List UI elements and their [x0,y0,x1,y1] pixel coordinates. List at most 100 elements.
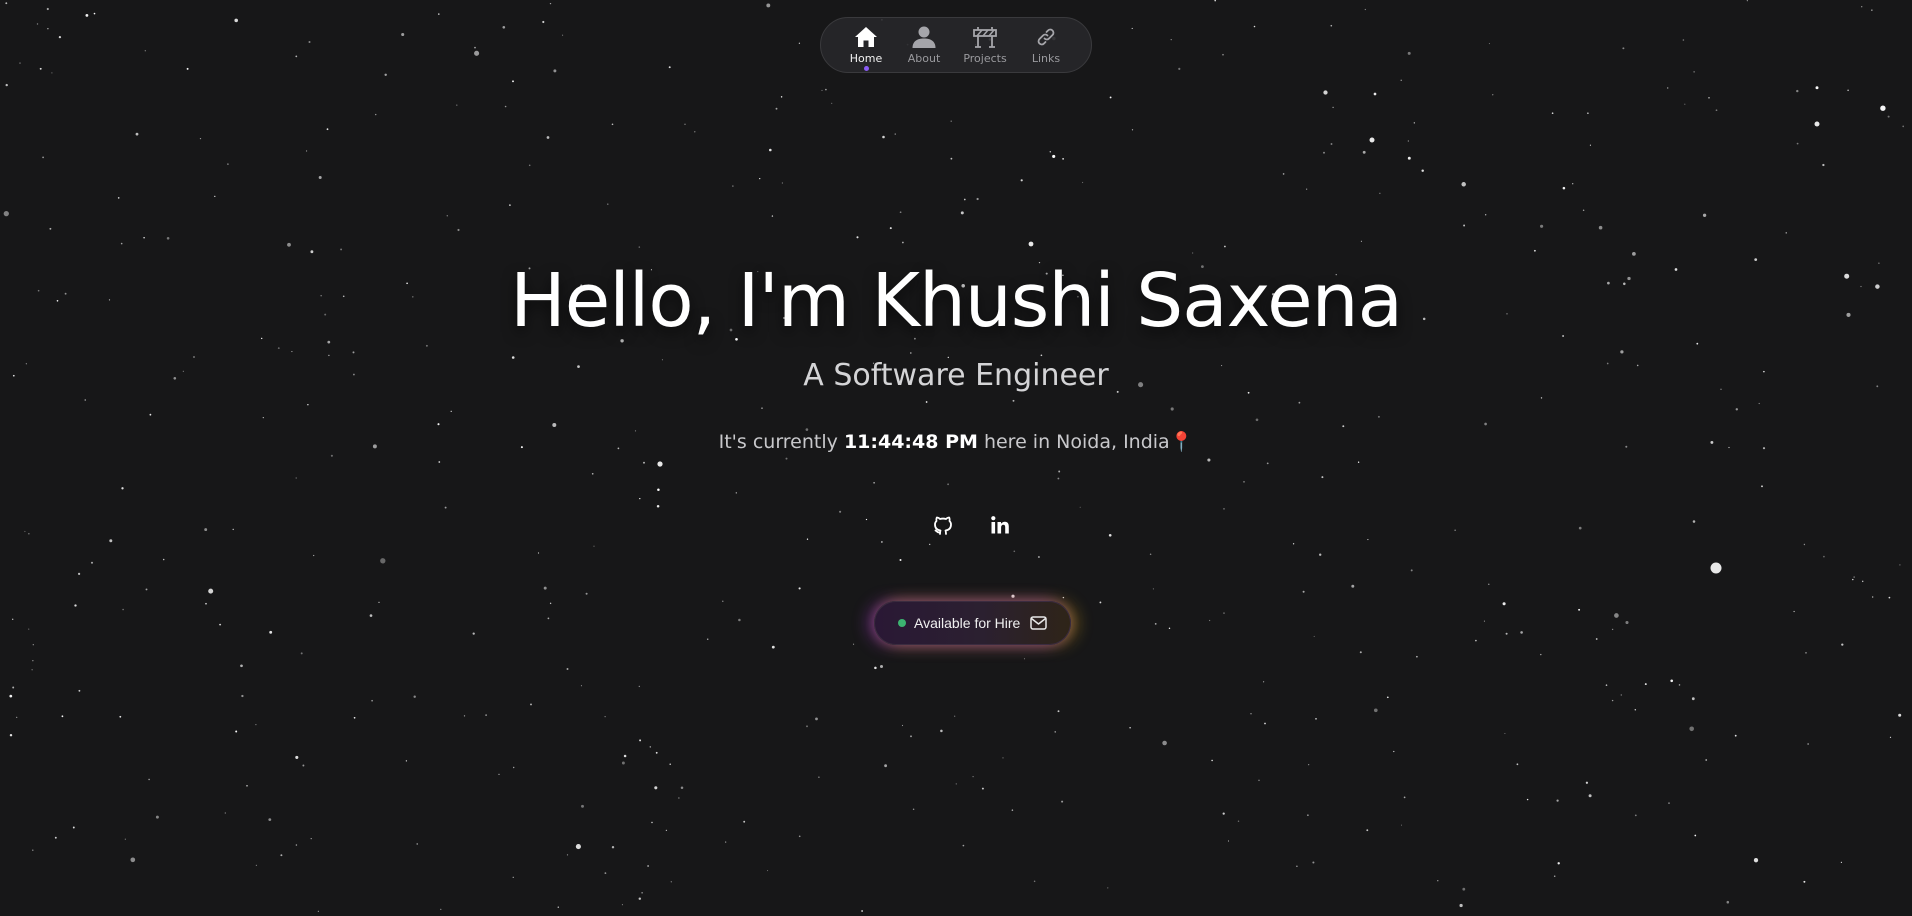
star [1814,121,1820,127]
star [743,820,746,823]
star [657,461,663,467]
star [1282,173,1285,175]
star [1061,800,1064,803]
star [771,215,774,217]
star [117,197,120,199]
star [1258,779,1260,782]
active-indicator-dot [863,66,869,71]
available-for-hire-button[interactable]: Available for Hire [874,601,1071,645]
star [1208,619,1211,622]
star [1588,794,1592,798]
star [120,242,123,245]
star [47,28,49,30]
star [49,227,52,230]
star [553,69,557,73]
star [255,864,258,867]
star [1461,182,1466,187]
nav-item-projects[interactable]: Projects [953,22,1017,68]
star [186,67,189,70]
star [375,113,377,116]
star [1330,24,1333,27]
star [780,96,783,98]
star [1572,183,1574,185]
star [1520,631,1523,634]
star [1367,539,1369,541]
star [955,783,957,785]
star [308,40,311,44]
star [1696,342,1699,345]
star [1306,188,1308,190]
star [1028,241,1034,247]
github-link[interactable] [930,512,956,538]
star [512,876,514,878]
star [546,136,550,139]
star [1062,596,1065,599]
star [1170,39,1172,41]
star [1734,734,1737,737]
star [36,23,39,25]
star [1632,252,1636,256]
mail-icon [1030,616,1048,630]
star [224,812,226,814]
star [166,237,170,240]
star [1107,887,1109,889]
star [504,105,507,108]
star [639,497,641,500]
star [54,836,57,839]
star [575,844,581,850]
star [547,617,550,620]
nav-item-links[interactable]: Links [1017,22,1075,68]
star [638,897,642,900]
star [1054,731,1056,733]
star [1887,115,1890,118]
star [1611,628,1614,631]
star [280,854,283,857]
star [1342,425,1345,428]
star [1192,252,1194,254]
star [1889,736,1892,738]
star [1634,709,1637,711]
top-navigation: Home About Projects Links [820,17,1092,73]
star [543,586,547,590]
star [369,614,373,617]
star [1247,391,1250,394]
star [634,430,637,432]
star [149,413,152,416]
star [1416,655,1418,658]
star [28,628,30,630]
star [621,904,623,906]
star [77,572,81,576]
star [1694,834,1697,837]
star [1796,142,1799,145]
star [384,73,387,77]
star [9,733,13,737]
star [1516,763,1519,766]
nav-item-about[interactable]: About [895,22,953,68]
star [1853,576,1855,578]
star [639,739,642,742]
star [143,236,145,239]
star [1162,740,1167,746]
star [1620,694,1623,696]
star [1243,481,1245,483]
star [317,910,319,912]
linkedin-link[interactable] [987,512,1013,538]
star [1222,53,1224,56]
star [1625,620,1629,625]
star [1224,245,1226,248]
star [1403,796,1406,799]
star [12,686,15,689]
star [446,215,448,217]
star [378,601,380,604]
star [1227,840,1230,842]
star [889,227,892,230]
star [542,20,545,24]
star [623,754,627,758]
star [981,787,984,790]
star [227,163,229,166]
star [246,784,248,787]
star [1492,94,1494,96]
nav-item-home[interactable]: Home [837,22,895,71]
star [1437,880,1439,882]
star [1861,580,1864,583]
